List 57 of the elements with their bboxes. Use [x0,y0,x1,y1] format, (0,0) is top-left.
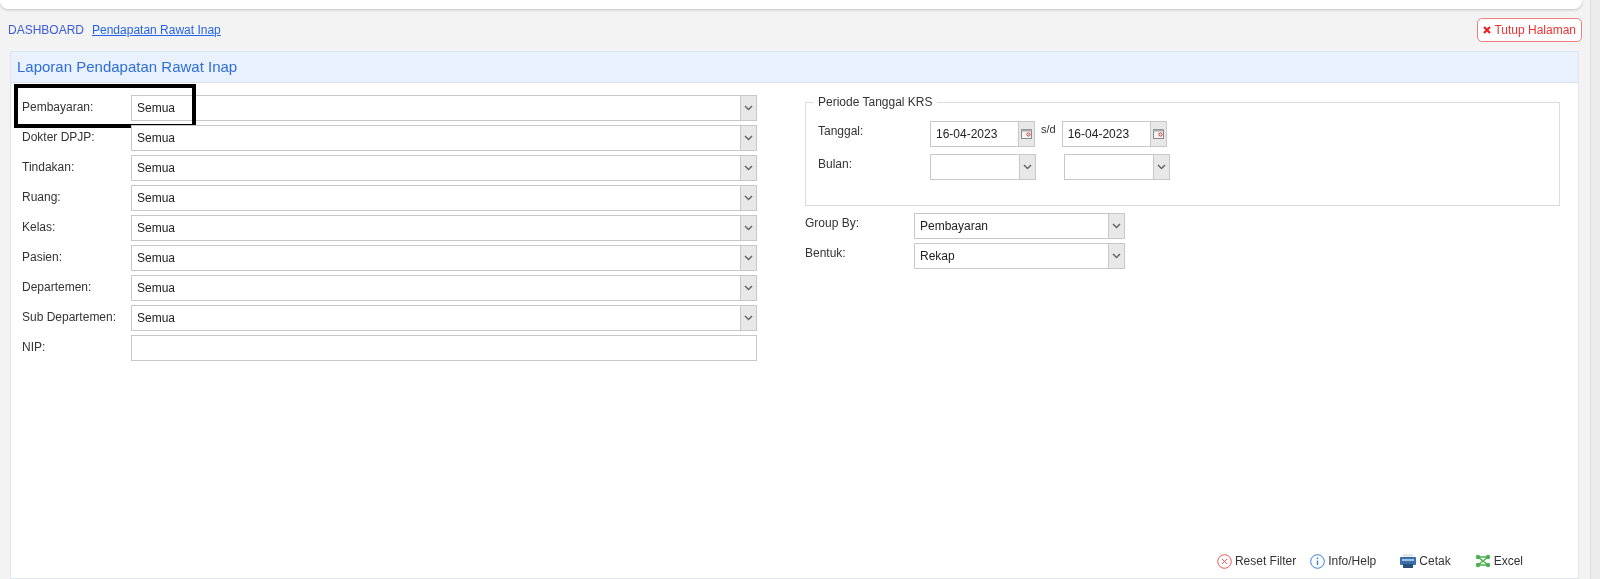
date-field[interactable]: 16-04-2023 [930,121,1035,147]
calendar-icon [1152,129,1164,139]
caret-icon [1157,164,1166,170]
dropdown-field[interactable]: Semua [131,275,757,301]
field-label: Group By: [805,215,861,232]
field-label: NIP: [22,339,47,356]
dropdown-field[interactable]: Semua [131,305,757,331]
close-icon [1483,26,1492,34]
field-label: Pasien: [22,249,64,266]
range-separator: s/d [1041,122,1056,137]
action-button[interactable]: Excel [1474,552,1523,570]
caret-icon [744,105,753,111]
panel-title: Laporan Pendapatan Rawat Inap [17,56,238,77]
dropdown-field[interactable]: Rekap [914,243,1125,269]
caret-icon [744,165,753,171]
calendar-icon [1021,129,1032,139]
dropdown-field[interactable]: Semua [131,155,757,181]
field-label: Bulan: [818,156,854,173]
field-label: Tanggal: [818,123,865,140]
dropdown-field[interactable]: Semua [131,125,757,151]
action-button[interactable]: Info/Help [1310,552,1377,570]
printer-icon [1400,554,1417,568]
breadcrumb-item[interactable]: DASHBOARD [8,21,84,39]
action-button[interactable]: Cetak [1400,552,1451,570]
dropdown-field[interactable] [930,154,1036,180]
field-label: Bentuk: [805,245,847,262]
info-icon [1310,553,1326,569]
caret-icon [744,225,753,231]
field-label: Departemen: [22,279,93,296]
network-icon [1474,554,1491,568]
caret-icon [744,195,753,201]
close-circle-icon [1216,553,1232,569]
field-label: Kelas: [22,219,57,236]
caret-icon [744,315,753,321]
caret-icon [1112,253,1121,259]
close-page-button[interactable]: Tutup Halaman [1477,18,1582,42]
caret-icon [744,255,753,261]
field-label: Ruang: [22,189,62,206]
dropdown-field[interactable]: Pembayaran [914,213,1125,239]
dropdown-field[interactable]: Semua [131,95,757,121]
caret-icon [744,285,753,291]
fieldset-legend: Periode Tanggal KRS [814,95,937,109]
caret-icon [744,135,753,141]
breadcrumb-link[interactable]: Pendapatan Rawat Inap [92,21,221,39]
dropdown-field[interactable] [1064,154,1170,180]
dropdown-field[interactable]: Semua [131,245,757,271]
caret-icon [1023,164,1032,170]
date-field[interactable]: 16-04-2023 [1061,121,1167,147]
input-field[interactable] [131,335,757,361]
field-label: Tindakan: [22,159,76,176]
caret-icon [1112,223,1121,229]
field-label: Sub Departemen: [22,309,118,326]
field-label: Dokter DPJP: [22,129,96,146]
dropdown-field[interactable]: Semua [131,215,757,241]
action-button[interactable]: Reset Filter [1216,552,1297,570]
field-label: Pembayaran: [22,99,95,116]
dropdown-field[interactable]: Semua [131,185,757,211]
